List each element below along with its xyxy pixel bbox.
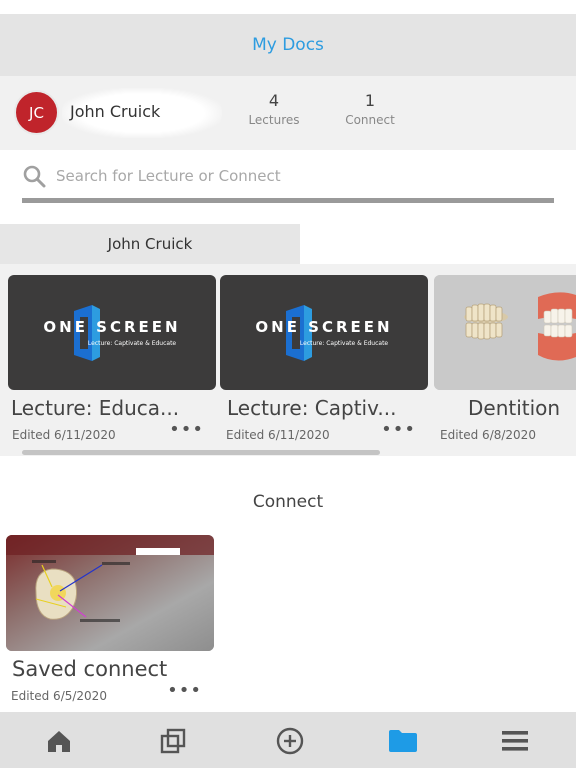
lecture-card[interactable]: Dentition Edited 6/8/2020 (434, 275, 576, 442)
nav-home[interactable] (44, 726, 74, 756)
connect-preview-image (6, 535, 214, 651)
lecture-card[interactable]: ONE SCREEN Lecture: Captivate & Educate … (8, 275, 216, 442)
thumbnail-logo-subtext: Lecture: Captivate & Educate (87, 340, 177, 347)
search-underline (22, 198, 554, 203)
thumbnail-logo: ONE SCREEN Lecture: Captivate & Educate (8, 275, 216, 390)
lectures-stat[interactable]: 4 Lectures (244, 91, 304, 127)
lecture-thumbnail[interactable]: ONE SCREEN Lecture: Captivate & Educate (8, 275, 216, 390)
search-bar (22, 158, 554, 204)
connect-heading: Connect (252, 492, 324, 512)
lecture-thumbnail[interactable]: ONE SCREEN Lecture: Captivate & Educate (220, 275, 428, 390)
nav-add[interactable] (275, 726, 305, 756)
lecture-title: Lecture: Captiv... (227, 396, 397, 420)
profile-bar: JC John Cruick 4 Lectures 1 Connect (0, 76, 576, 150)
horizontal-scrollbar[interactable] (22, 450, 380, 455)
lecture-thumbnail[interactable] (434, 275, 576, 390)
tab-john-cruick[interactable]: John Cruick (0, 224, 300, 264)
lectures-label: Lectures (248, 113, 300, 127)
connect-count: 1 (364, 91, 376, 110)
connect-label: Connect (345, 113, 395, 127)
lecture-title: Dentition (468, 396, 561, 420)
bottom-navigation (0, 712, 576, 768)
more-options-icon[interactable]: ••• (167, 680, 202, 701)
copy-icon (160, 728, 186, 754)
nav-folder[interactable] (388, 726, 418, 756)
tab-bar-spacer (300, 224, 576, 264)
nav-menu[interactable] (500, 726, 530, 756)
connect-thumbnail[interactable] (6, 535, 214, 651)
thumbnail-logo-text: ONE SCREEN (255, 318, 393, 336)
nav-copy[interactable] (158, 726, 188, 756)
home-icon (48, 731, 70, 752)
thumbnail-logo-subtext: Lecture: Captivate & Educate (299, 340, 389, 347)
lectures-count: 4 (268, 91, 280, 110)
my-docs-screen: My Docs JC John Cruick 4 Lectures 1 Conn… (0, 0, 576, 768)
status-bar-area (0, 0, 576, 14)
more-options-icon[interactable]: ••• (381, 419, 416, 440)
more-options-icon[interactable]: ••• (169, 419, 204, 440)
search-icon (23, 165, 46, 188)
teeth-model-image (434, 275, 576, 390)
menu-icon (502, 731, 528, 751)
page-title: My Docs (252, 35, 324, 55)
folder-icon (389, 730, 417, 752)
lecture-date: Edited 6/8/2020 (440, 428, 536, 442)
user-name: John Cruick (70, 102, 161, 121)
lecture-title: Lecture: Educa... (11, 396, 180, 420)
avatar[interactable]: JC (14, 90, 59, 135)
lecture-card[interactable]: ONE SCREEN Lecture: Captivate & Educate … (220, 275, 428, 442)
header: My Docs (0, 14, 576, 76)
search-input[interactable] (56, 162, 536, 190)
connect-stat[interactable]: 1 Connect (338, 91, 402, 127)
add-circle-icon (276, 727, 304, 755)
connect-title: Saved connect (12, 657, 168, 681)
thumbnail-logo: ONE SCREEN Lecture: Captivate & Educate (220, 275, 428, 390)
connect-card[interactable]: Saved connect Edited 6/5/2020 ••• (6, 535, 214, 703)
thumbnail-logo-text: ONE SCREEN (43, 318, 181, 336)
